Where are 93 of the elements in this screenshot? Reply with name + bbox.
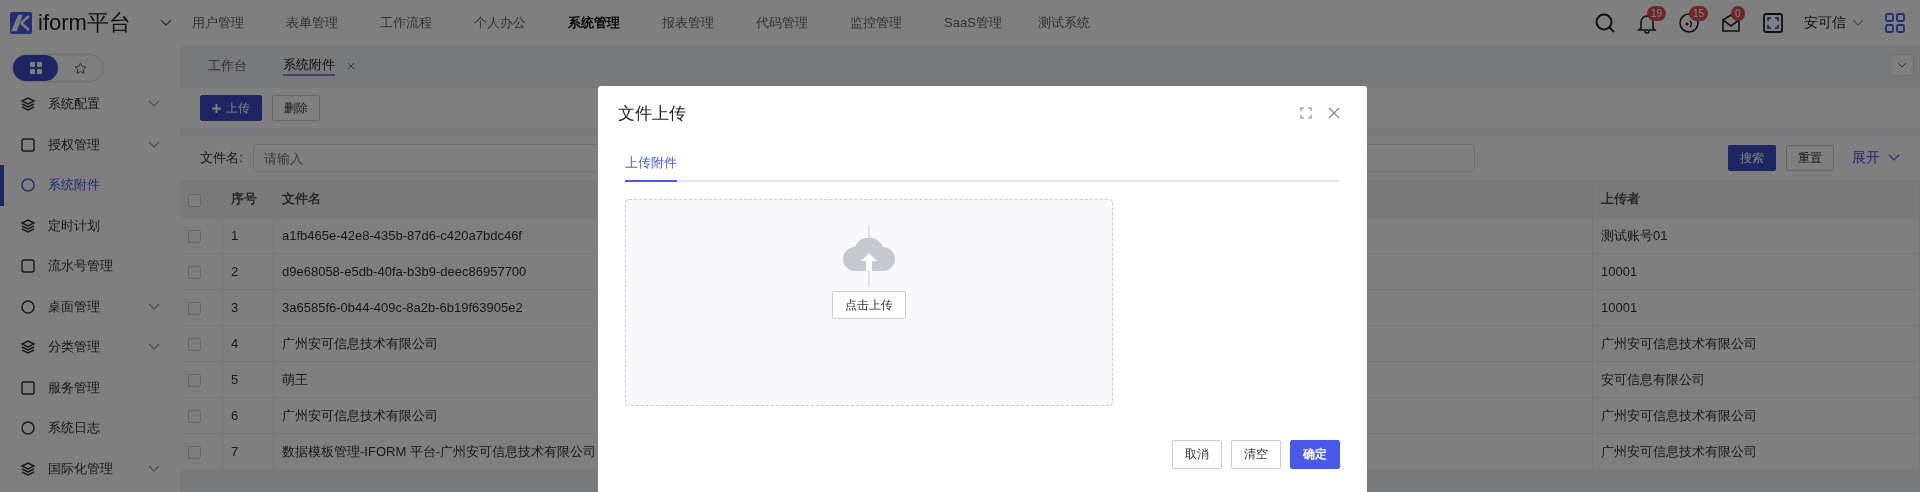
column-header: 序号 <box>222 181 274 218</box>
menu-icon <box>20 298 36 315</box>
table-cell: 安可信息有限公司 <box>1592 361 1920 398</box>
checkbox[interactable] <box>188 374 201 388</box>
checkbox[interactable] <box>188 302 201 316</box>
sidebar-item[interactable]: 桌面管理 <box>0 286 180 327</box>
sidebar-item[interactable]: 分类管理 <box>0 327 180 368</box>
search-icon[interactable] <box>1594 12 1616 34</box>
drop-zone[interactable]: 点击上传 <box>625 199 1113 406</box>
page-tab[interactable]: 工作台 <box>190 50 265 82</box>
nav-item[interactable]: 监控管理 <box>838 14 932 32</box>
menu-icon <box>20 217 36 234</box>
menu-icon <box>20 339 36 356</box>
confirm-button[interactable]: 确定 <box>1290 440 1340 469</box>
table-cell: 3 <box>222 289 274 326</box>
chevron-down-icon[interactable] <box>160 19 172 27</box>
sidebar-item[interactable]: 国际化管理 <box>0 448 180 489</box>
click-upload-button[interactable]: 点击上传 <box>832 291 906 319</box>
view-toggle[interactable] <box>13 55 58 81</box>
app-title: iform平台 <box>38 9 131 37</box>
dialog-tab[interactable]: 上传附件 <box>625 154 677 182</box>
table-cell: 7 <box>222 433 274 469</box>
fullscreen-icon[interactable] <box>1762 12 1784 34</box>
chevron-down-icon <box>1897 62 1907 68</box>
menu-icon <box>20 460 36 477</box>
table-cell: 广州安可信息技术有限公司 <box>1592 325 1920 362</box>
sidebar-item[interactable]: 系统配置 <box>0 84 180 125</box>
table-cell: 4 <box>222 325 274 362</box>
close-icon[interactable] <box>1328 107 1340 119</box>
expand-link[interactable]: 展开 <box>1852 149 1900 167</box>
upload-button[interactable]: 上传 <box>200 95 262 121</box>
field-label: 文件名: <box>200 149 243 167</box>
count-badge: 0 <box>1731 6 1745 21</box>
nav-item[interactable]: 测试系统 <box>1026 14 1120 32</box>
menu-icon <box>20 136 36 153</box>
menu-icon <box>20 379 36 396</box>
sidebar-item[interactable]: 定时计划 <box>0 205 180 246</box>
reset-button[interactable]: 重置 <box>1786 145 1834 171</box>
table-cell: 5 <box>222 361 274 398</box>
nav-item[interactable]: 代码管理 <box>744 14 838 32</box>
close-icon[interactable] <box>347 62 355 70</box>
menu-icon <box>20 258 36 275</box>
dialog-title: 文件上传 <box>618 102 686 125</box>
logo-icon <box>10 12 32 34</box>
column-header: 上传者 <box>1592 181 1920 218</box>
search-button[interactable]: 搜索 <box>1728 145 1776 171</box>
star-icon <box>74 61 87 75</box>
chevron-down-icon <box>148 464 160 473</box>
table-cell: 10001 <box>1592 253 1920 290</box>
chevron-down-icon <box>1888 154 1900 162</box>
nav-item[interactable]: 个人办公 <box>462 14 556 32</box>
table-cell: 1 <box>222 217 274 254</box>
menu-icon <box>20 177 36 194</box>
sidebar-item[interactable]: 服务管理 <box>0 367 180 408</box>
maximize-icon[interactable] <box>1300 107 1312 119</box>
count-badge: 19 <box>1647 6 1667 21</box>
user-name[interactable]: 安可信 <box>1804 14 1846 32</box>
table-cell: 测试账号01 <box>1592 217 1920 254</box>
nav-item[interactable]: 表单管理 <box>274 14 368 32</box>
chevron-down-icon <box>148 100 160 109</box>
chevron-down-icon[interactable] <box>1852 19 1864 27</box>
checkbox[interactable] <box>188 230 201 244</box>
menu-icon <box>20 420 36 437</box>
table-cell: 广州安可信息技术有限公司 <box>1592 397 1920 434</box>
table-cell: 6 <box>222 397 274 434</box>
nav-item[interactable]: 工作流程 <box>368 14 462 32</box>
checkbox[interactable] <box>188 266 201 280</box>
apps-icon[interactable] <box>1884 12 1906 34</box>
nav-item[interactable]: 系统管理 <box>556 14 650 32</box>
count-badge: 15 <box>1689 6 1709 21</box>
grid-icon <box>29 62 42 74</box>
sidebar-item[interactable]: 系统日志 <box>0 408 180 449</box>
cancel-button[interactable]: 取消 <box>1172 440 1222 469</box>
chevron-down-icon <box>148 302 160 311</box>
table-cell: 2 <box>222 253 274 290</box>
table-cell: 10001 <box>1592 289 1920 326</box>
nav-item[interactable]: 报表管理 <box>650 14 744 32</box>
chevron-down-icon <box>148 140 160 149</box>
nav-item[interactable]: 用户管理 <box>180 14 274 32</box>
checkbox[interactable] <box>188 410 201 424</box>
clear-button[interactable]: 清空 <box>1231 440 1281 469</box>
nav-item[interactable]: SaaS管理 <box>932 14 1026 32</box>
checkbox[interactable] <box>188 446 201 460</box>
table-cell: 广州安可信息技术有限公司 <box>1592 433 1920 469</box>
checkbox[interactable] <box>188 338 201 352</box>
plus-icon <box>212 103 221 113</box>
menu-icon <box>20 96 36 113</box>
checkbox[interactable] <box>188 193 201 207</box>
cloud-upload-icon <box>841 225 897 287</box>
sidebar-item[interactable]: 授权管理 <box>0 124 180 165</box>
chevron-down-icon <box>148 343 160 352</box>
sidebar-item[interactable]: 流水号管理 <box>0 246 180 287</box>
delete-button[interactable]: 删除 <box>272 95 320 121</box>
